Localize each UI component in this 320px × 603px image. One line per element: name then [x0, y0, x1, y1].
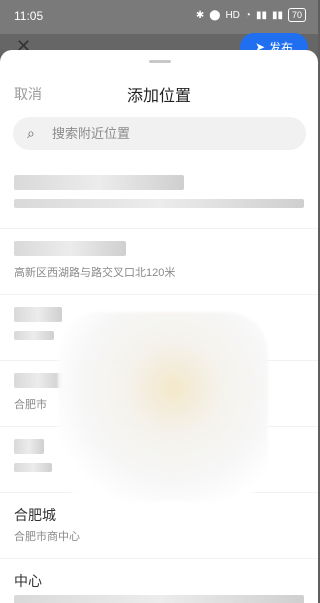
signal-icon: ▮▮ — [271, 9, 283, 21]
battery-icon: 70 — [287, 8, 306, 22]
location-icon: ⬤ — [209, 9, 221, 21]
bluetooth-icon: ✱ — [195, 9, 205, 21]
location-item[interactable]: 合肥城 合肥市商中心 — [0, 493, 318, 559]
drag-handle[interactable] — [149, 60, 171, 63]
location-item[interactable]: 中心 — [0, 559, 318, 603]
location-item[interactable]: 高新区西湖路与路交叉口北120米 — [0, 229, 318, 295]
blurred-address — [14, 199, 304, 208]
location-address: 合肥市商中心 — [14, 531, 80, 543]
blurred-address — [14, 463, 52, 472]
location-sheet: 取消 添加位置 ⌕ 高新区西湖路与路交叉口北120米 合肥市 合肥城 合肥市商中… — [0, 50, 318, 603]
search-icon: ⌕ — [27, 125, 35, 141]
blurred-address — [14, 331, 54, 340]
blurred-address — [14, 595, 304, 603]
status-bar: 11:05 ✱ ⬤ HD ◔ ▮▮ ▮▮ 70 — [0, 0, 318, 34]
blurred-name — [14, 175, 184, 190]
location-name: 中心 — [14, 573, 42, 589]
status-icons: ✱ ⬤ HD ◔ ▮▮ ▮▮ 70 — [196, 8, 306, 22]
blurred-name — [14, 373, 62, 388]
sheet-title: 添加位置 — [126, 88, 191, 105]
hd-icon: HD — [225, 9, 240, 21]
location-item[interactable] — [0, 163, 318, 229]
location-address: 高新区西湖路与路交叉口北120米 — [14, 267, 176, 279]
status-time: 11:05 — [14, 9, 44, 23]
search-bar[interactable]: ⌕ — [13, 117, 306, 150]
blurred-name — [14, 241, 126, 256]
blurred-overlay — [58, 312, 268, 502]
location-name: 合肥城 — [14, 507, 56, 523]
location-address: 合肥市 — [14, 399, 47, 411]
signal-icon: ▮▮ — [255, 9, 267, 21]
blurred-name — [14, 439, 44, 454]
wifi-icon: ◔ — [244, 9, 251, 21]
blurred-name — [14, 307, 62, 322]
search-input[interactable] — [50, 125, 294, 142]
